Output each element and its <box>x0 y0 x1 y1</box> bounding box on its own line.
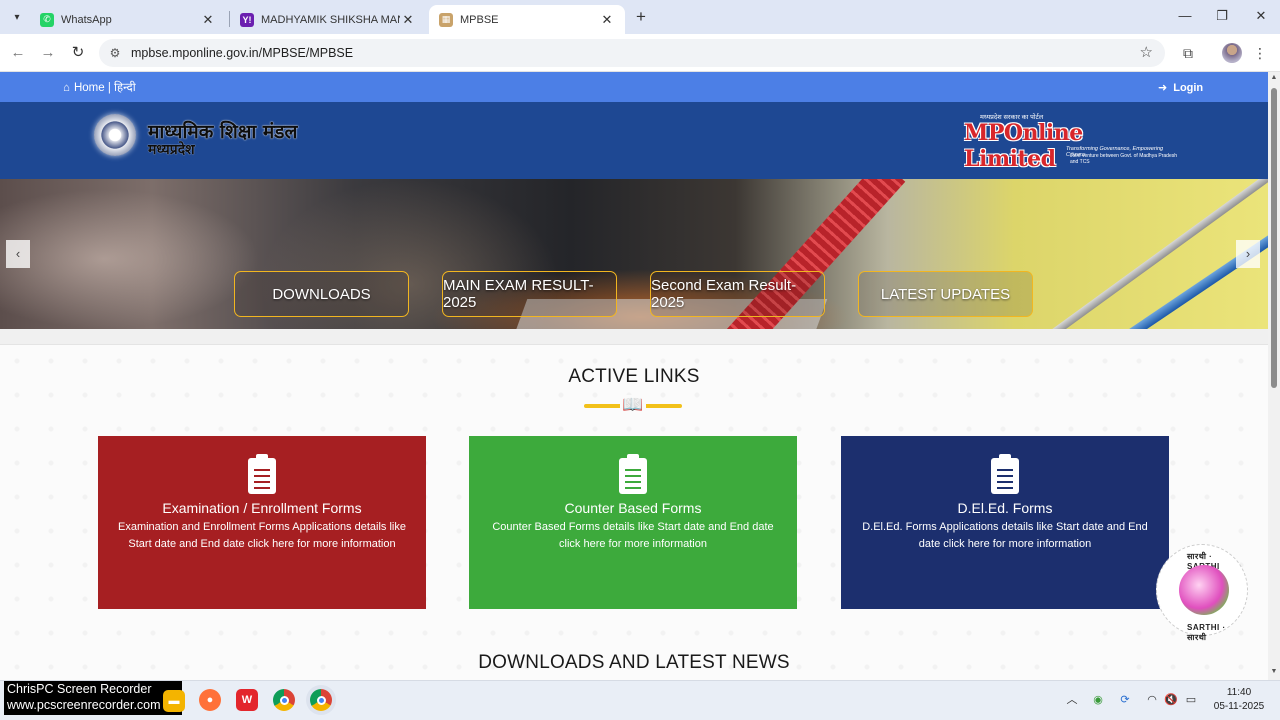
sarthi-label-bottom: SARTHI · सारथी <box>1187 623 1226 642</box>
chrome-profile-icon[interactable] <box>310 689 332 711</box>
login-icon: ➜ <box>1158 82 1168 94</box>
home-link[interactable]: ⌂ Home | हिन्दी <box>63 80 136 95</box>
card-title: D.El.Ed. Forms <box>957 500 1053 516</box>
recorder-name: ChrisPC Screen Recorder <box>7 682 152 696</box>
clock-date: 05-11-2025 <box>1213 701 1265 712</box>
mponline-logo[interactable]: मध्यप्रदेश सरकार का पोर्टल MPOnline Limi… <box>962 112 1180 172</box>
whatsapp-icon: ✆ <box>40 12 54 27</box>
card-title: Counter Based Forms <box>564 500 702 516</box>
tab-whatsapp[interactable]: ✆ WhatsApp ✕ <box>30 5 226 34</box>
taskbar-clock[interactable]: 11:40 05-11-2025 <box>1208 686 1270 714</box>
browser-toolbar: ← → ↻ ⚙ ☆ ⧉ ⋮ <box>0 34 1280 72</box>
site-topbar: ⌂ Home | हिन्दी ➜ Login <box>0 72 1268 102</box>
mpbse-emblem-icon[interactable] <box>94 114 136 156</box>
wifi-icon[interactable]: ◠ <box>1144 692 1160 708</box>
scroll-down-icon[interactable]: ▼ <box>1270 668 1278 675</box>
site-header: माध्यमिक शिक्षा मंडल मध्यप्रदेश मध्यप्रद… <box>0 102 1268 179</box>
tab-madhyamik[interactable]: Y! MADHYAMIK SHIKSHA MANDIR ✕ <box>230 5 426 34</box>
recorder-url: www.pcscreenrecorder.com <box>7 698 161 712</box>
address-bar[interactable]: ⚙ ☆ <box>99 39 1165 67</box>
banner-bottom-strip <box>0 329 1268 345</box>
browser-menu-icon[interactable]: ⋮ <box>1250 43 1270 63</box>
login-link[interactable]: ➜ Login <box>1158 81 1204 95</box>
clipboard-icon <box>248 454 276 494</box>
tab-title: MADHYAMIK SHIKSHA MANDIR <box>261 13 400 26</box>
reload-icon[interactable]: ↻ <box>68 43 88 63</box>
card-description: Counter Based Forms details like Start d… <box>492 521 774 550</box>
clipboard-icon <box>619 454 647 494</box>
latest-updates-button[interactable]: LATEST UPDATES <box>858 271 1033 317</box>
browser-tab-strip: ▾ ✆ WhatsApp ✕ Y! MADHYAMIK SHIKSHA MAND… <box>0 0 1280 34</box>
firefox-icon[interactable]: ● <box>199 689 221 711</box>
active-links-title: ACTIVE LINKS <box>568 366 700 387</box>
battery-icon[interactable]: ▭ <box>1183 692 1199 708</box>
deled-forms-card[interactable]: D.El.Ed. Forms D.El.Ed. Forms Applicatio… <box>841 436 1169 609</box>
chatbot-icon <box>1179 565 1229 615</box>
new-tab-icon[interactable]: + <box>632 8 650 26</box>
login-label: Login <box>1173 81 1204 94</box>
forward-arrow-icon[interactable]: → <box>38 43 58 63</box>
tab-title: WhatsApp <box>61 13 112 26</box>
close-tab-icon[interactable]: ✕ <box>200 12 216 28</box>
tab-search-menu-icon[interactable]: ▾ <box>6 6 28 28</box>
tray-app-icon[interactable]: ◉ <box>1090 692 1106 708</box>
recorder-watermark: ChrisPC Screen Recorder www.pcscreenreco… <box>4 681 182 715</box>
counter-based-forms-card[interactable]: Counter Based Forms Counter Based Forms … <box>469 436 797 609</box>
tray-overflow-chevron-icon[interactable]: ︿ <box>1064 692 1080 708</box>
home-icon: ⌂ <box>63 81 70 94</box>
restore-icon[interactable]: ❐ <box>1212 8 1232 26</box>
mponline-joint-venture: Joint venture between Govt. of Madhya Pr… <box>1070 153 1178 165</box>
card-description: Examination and Enrollment Forms Applica… <box>118 521 406 550</box>
site-info-icon[interactable]: ⚙ <box>107 45 123 61</box>
page-scrollbar[interactable]: ▲ ▼ <box>1268 72 1280 680</box>
windows-taskbar <box>0 680 1280 720</box>
tray-sync-icon[interactable]: ⟳ <box>1117 692 1133 708</box>
second-exam-result-button[interactable]: Second Exam Result-2025 <box>650 271 825 317</box>
brand-subtitle: मध्यप्रदेश <box>148 142 195 158</box>
close-window-icon[interactable]: ✕ <box>1251 8 1271 26</box>
carousel-prev-icon[interactable]: ‹ <box>6 240 30 268</box>
wps-office-icon[interactable]: W <box>236 689 258 711</box>
scroll-up-icon[interactable]: ▲ <box>1270 74 1278 81</box>
close-tab-icon[interactable]: ✕ <box>599 12 615 28</box>
card-title: Examination / Enrollment Forms <box>162 500 362 516</box>
sarthi-chatbot-button[interactable]: सारथी · SARTHI SARTHI · सारथी <box>1156 544 1248 642</box>
back-arrow-icon[interactable]: ← <box>8 43 28 63</box>
yahoo-icon: Y! <box>240 12 254 27</box>
close-tab-icon[interactable]: ✕ <box>400 12 416 28</box>
profile-avatar[interactable] <box>1222 43 1242 63</box>
page-viewport: ⌂ Home | हिन्दी ➜ Login माध्यमिक शिक्षा … <box>0 72 1268 680</box>
home-label: Home | हिन्दी <box>73 82 136 94</box>
extensions-icon[interactable]: ⧉ <box>1178 43 1198 63</box>
exam-enrollment-forms-card[interactable]: Examination / Enrollment Forms Examinati… <box>98 436 426 609</box>
tab-mpbse[interactable]: ▦ MPBSE ✕ <box>429 5 625 34</box>
url-input[interactable] <box>131 43 1111 63</box>
hero-carousel: DOWNLOADS MAIN EXAM RESULT-2025 Second E… <box>0 179 1268 329</box>
downloads-button[interactable]: DOWNLOADS <box>234 271 409 317</box>
open-book-icon: 📖 <box>620 395 646 415</box>
chrome-icon[interactable] <box>273 689 295 711</box>
main-exam-result-button[interactable]: MAIN EXAM RESULT-2025 <box>442 271 617 317</box>
file-explorer-icon[interactable]: ▬ <box>163 690 185 712</box>
card-description: D.El.Ed. Forms Applications details like… <box>862 521 1148 550</box>
clock-time: 11:40 <box>1226 687 1252 698</box>
speaker-muted-icon[interactable]: 🔇 <box>1163 692 1179 708</box>
tab-title: MPBSE <box>460 13 499 26</box>
bookmark-star-icon[interactable]: ☆ <box>1140 43 1153 61</box>
downloads-news-title: DOWNLOADS AND LATEST NEWS <box>478 652 790 673</box>
minimize-icon[interactable]: — <box>1175 8 1195 26</box>
mpbse-favicon-icon: ▦ <box>439 12 453 27</box>
clipboard-icon <box>991 454 1019 494</box>
carousel-next-icon[interactable]: › <box>1236 240 1260 268</box>
scrollbar-thumb[interactable] <box>1271 88 1277 388</box>
